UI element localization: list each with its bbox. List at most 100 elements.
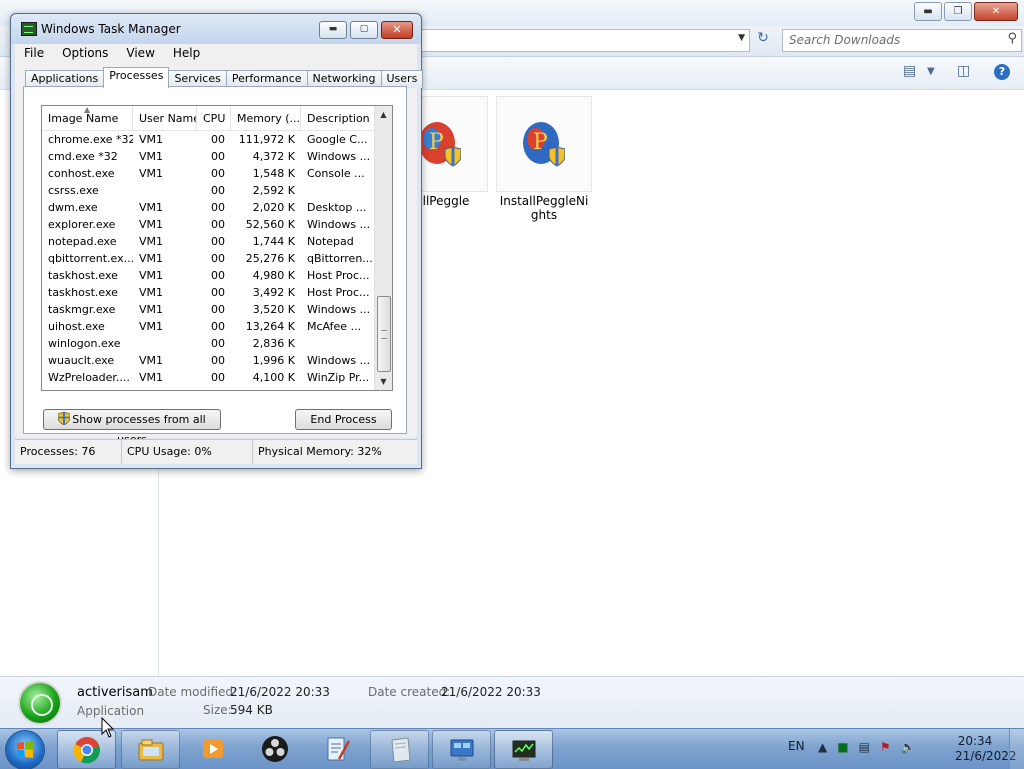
vertical-scrollbar[interactable]: ▲ ▼ [374,106,392,390]
process-row[interactable]: dwm.exe VM1 00 2,020 K Desktop ... [42,199,375,216]
maximize-button[interactable]: ▢ [350,21,378,39]
process-row[interactable]: explorer.exe VM1 00 52,560 K Windows ... [42,216,375,233]
column-memory[interactable]: Memory (... [231,106,301,130]
cell-user-name: VM1 [139,218,164,231]
taskbar-task-manager[interactable] [494,730,553,769]
task-manager-body: Applications Processes Services Performa… [15,63,424,446]
cell-image-name: winlogon.exe [48,337,121,350]
svg-text:P: P [429,130,444,155]
cell-description: Console ... [307,167,365,180]
cell-user-name: VM1 [139,167,164,180]
cell-memory: 1,996 K [252,354,295,367]
address-input[interactable]: ▼ [420,29,750,52]
cell-cpu: 00 [211,269,225,282]
notepad-icon [327,737,350,760]
cell-cpu: 00 [211,337,225,350]
process-row[interactable]: csrss.exe 00 2,592 K [42,182,375,199]
process-row[interactable]: wuauclt.exe VM1 00 1,996 K Windows ... [42,352,375,369]
cell-user-name: VM1 [139,371,164,384]
activerisam-tray-icon[interactable]: ■ [837,740,848,754]
column-user-name[interactable]: User Name [133,106,197,130]
process-row[interactable]: WzPreloader.... VM1 00 4,100 K WinZip Pr... [42,369,375,386]
cell-user-name: VM1 [139,133,164,146]
show-hidden-icons-icon[interactable]: ▲ [818,740,827,754]
taskbar-obs[interactable] [246,730,303,767]
close-button[interactable]: ✕ [974,2,1018,21]
cell-image-name: taskhost.exe [48,286,118,299]
cell-user-name: VM1 [139,235,164,248]
cell-memory: 4,980 K [252,269,295,282]
volume-icon[interactable]: 🔈 [901,740,916,754]
scroll-down-icon[interactable]: ▼ [375,373,392,390]
close-button[interactable]: ✕ [381,21,413,39]
end-process-button[interactable]: End Process [295,409,392,430]
cell-user-name: VM1 [139,303,164,316]
preview-pane-icon[interactable]: ◫ [957,63,970,79]
view-options-icon[interactable]: ▤ [903,63,916,79]
menu-view[interactable]: View [117,44,163,63]
show-desktop-button[interactable] [1009,729,1024,769]
taskbar-paper-app[interactable] [370,730,429,769]
process-row[interactable]: cmd.exe *32 VM1 00 4,372 K Windows ... [42,148,375,165]
tab-processes[interactable]: Processes [103,67,170,88]
cell-image-name: taskmgr.exe [48,303,116,316]
scroll-grip-icon [381,330,387,339]
clock-time: 20:34 [957,734,993,748]
cell-memory: 52,560 K [245,218,295,231]
process-row[interactable]: taskhost.exe VM1 00 3,492 K Host Proc... [42,284,375,301]
show-all-processes-button[interactable]: Show processes from all users [43,409,221,446]
cell-description: McAfee ... [307,320,362,333]
column-image-name[interactable]: ▲ Image Name [42,106,133,130]
peggle-installer-icon: P [523,122,565,167]
process-row[interactable]: winlogon.exe 00 2,836 K [42,335,375,352]
menu-options[interactable]: Options [53,44,117,63]
column-label: User Name [139,112,197,125]
help-icon[interactable]: ? [994,64,1010,80]
taskbar-control-panel[interactable] [432,730,491,769]
cell-cpu: 00 [211,184,225,197]
column-description[interactable]: Description [301,106,375,130]
taskbar-explorer[interactable] [121,730,180,769]
process-row[interactable]: chrome.exe *32 VM1 00 111,972 K Google C... [42,131,375,148]
menu-bar: File Options View Help [15,44,417,63]
process-row[interactable]: conhost.exe VM1 00 1,548 K Console ... [42,165,375,182]
process-list[interactable]: ▲ Image Name User Name CPU Memory (... D… [41,105,393,391]
chrome-icon [72,736,100,763]
network-icon[interactable]: ▤ [859,740,870,754]
file-item[interactable]: P InstallPeggleNights [496,96,592,222]
minimize-button[interactable]: ▬ [914,2,942,21]
menu-help[interactable]: Help [164,44,209,63]
minimize-button[interactable]: ▬ [319,21,347,39]
search-icon[interactable]: ⚲ [1007,31,1017,46]
clock[interactable]: 20:34 21/6/2022 [955,734,1017,764]
cell-description: Desktop ... [307,201,367,214]
taskbar-notepad[interactable] [308,730,365,767]
column-cpu[interactable]: CPU [197,106,231,130]
date-created-label: Date created: [368,685,451,699]
cell-memory: 2,836 K [252,337,295,350]
task-manager-window: Windows Task Manager ▬ ▢ ✕ File Options … [10,13,424,469]
search-input[interactable]: Search Downloads ⚲ [782,29,1022,52]
cell-cpu: 00 [211,218,225,231]
language-indicator[interactable]: EN [788,739,805,753]
process-row[interactable]: uihost.exe VM1 00 13,264 K McAfee ... [42,318,375,335]
process-row[interactable]: qbittorrent.ex... VM1 00 25,276 K qBittorren… [42,250,375,267]
start-button[interactable] [6,731,44,769]
restore-button[interactable]: ❐ [944,2,972,21]
cell-description: Windows ... [307,303,371,316]
action-center-icon[interactable]: ⚑ [880,740,891,754]
scrollbar-thumb[interactable] [377,296,391,372]
process-row[interactable]: notepad.exe VM1 00 1,744 K Notepad [42,233,375,250]
process-row[interactable]: taskmgr.exe VM1 00 3,520 K Windows ... [42,301,375,318]
process-row[interactable]: taskhost.exe VM1 00 4,980 K Host Proc... [42,267,375,284]
cell-cpu: 00 [211,303,225,316]
view-dropdown-icon[interactable]: ▼ [927,66,935,77]
chevron-down-icon[interactable]: ▼ [738,33,745,43]
task-manager-titlebar[interactable]: Windows Task Manager ▬ ▢ ✕ [11,14,421,44]
task-manager-icon [21,22,37,36]
menu-file[interactable]: File [15,44,53,63]
cell-user-name: VM1 [139,252,164,265]
scroll-up-icon[interactable]: ▲ [375,106,392,123]
refresh-icon[interactable]: ↻ [752,30,774,50]
taskbar-media-player[interactable] [184,730,241,767]
